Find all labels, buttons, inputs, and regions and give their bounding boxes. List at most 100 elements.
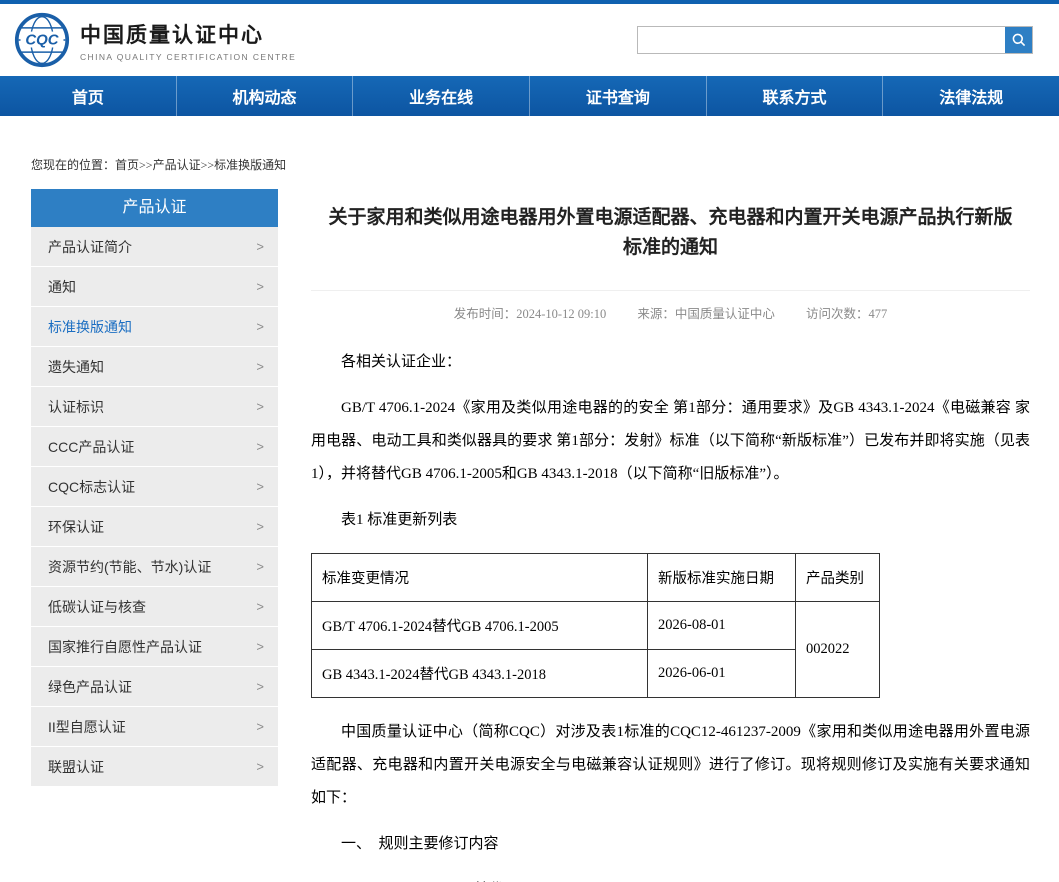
sidebar-item-low-carbon-cert[interactable]: 低碳认证与核查 > — [31, 587, 278, 627]
sidebar-item-type2-voluntary-cert[interactable]: II型自愿认证 > — [31, 707, 278, 747]
chevron-right-icon: > — [256, 559, 264, 574]
publish-time-value: 2024-10-12 09:10 — [516, 307, 606, 321]
sidebar-item-label: CCC产品认证 — [48, 437, 134, 457]
content-wrap: 您现在的位置：首页>>产品认证>>标准换版通知 产品认证 产品认证简介 > 通知… — [0, 116, 1059, 882]
chevron-right-icon: > — [256, 359, 264, 374]
page: CQC 中国质量认证中心 CHINA QUALITY CERTIFICATION… — [0, 0, 1059, 882]
sidebar-item-green-product-cert[interactable]: 绿色产品认证 > — [31, 667, 278, 707]
search-icon — [1011, 32, 1027, 48]
sidebar-item-product-cert-intro[interactable]: 产品认证简介 > — [31, 227, 278, 267]
chevron-right-icon: > — [256, 279, 264, 294]
chevron-right-icon: > — [256, 639, 264, 654]
publish-time-label: 发布时间： — [454, 307, 517, 321]
sidebar-item-label: 标准换版通知 — [48, 317, 132, 337]
chevron-right-icon: > — [256, 239, 264, 254]
nav-item-news[interactable]: 机构动态 — [176, 76, 353, 116]
table-cell-product-category: 002022 — [796, 601, 880, 697]
cqc-globe-logo-icon: CQC — [14, 12, 70, 68]
list-item-1: 1. GB/T 4706.1-2024替代GB 4706.1-2005； — [311, 874, 1030, 882]
table-row: GB 4343.1-2024替代GB 4343.1-2018 2026-06-0… — [312, 649, 880, 697]
sidebar-item-label: 资源节约(节能、节水)认证 — [48, 557, 211, 577]
search-box — [637, 26, 1033, 54]
search-input[interactable] — [638, 27, 1005, 53]
table-caption: 表1 标准更新列表 — [311, 504, 1030, 537]
sidebar-item-label: 认证标识 — [48, 397, 104, 417]
sidebar-item-label: 遗失通知 — [48, 357, 104, 377]
sidebar-item-label: 通知 — [48, 277, 76, 297]
table-row: GB/T 4706.1-2024替代GB 4706.1-2005 2026-08… — [312, 601, 880, 649]
columns: 产品认证 产品认证简介 > 通知 > 标准换版通知 > 遗失通知 > — [31, 189, 1030, 882]
site-logo[interactable]: CQC 中国质量认证中心 CHINA QUALITY CERTIFICATION… — [14, 12, 296, 68]
chevron-right-icon: > — [256, 439, 264, 454]
table-header-standard-change: 标准变更情况 — [312, 553, 648, 601]
visit-count-label: 访问次数： — [806, 307, 869, 321]
sidebar-item-loss-notice[interactable]: 遗失通知 > — [31, 347, 278, 387]
sidebar-item-label: II型自愿认证 — [48, 717, 126, 737]
chevron-right-icon: > — [256, 519, 264, 534]
breadcrumb-link-standard-change-notice[interactable]: 标准换版通知 — [214, 158, 286, 172]
sidebar-item-label: 联盟认证 — [48, 757, 104, 777]
table-cell-date: 2026-08-01 — [648, 601, 796, 649]
sidebar-item-label: 产品认证简介 — [48, 237, 132, 257]
sidebar-item-ccc-product-cert[interactable]: CCC产品认证 > — [31, 427, 278, 467]
chevron-right-icon: > — [256, 599, 264, 614]
article-meta: 发布时间：2024-10-12 09:10 来源：中国质量认证中心 访问次数：4… — [311, 290, 1030, 322]
logo-cqc-text: CQC — [25, 32, 58, 49]
standards-update-table: 标准变更情况 新版标准实施日期 产品类别 GB/T 4706.1-2024替代G… — [311, 553, 880, 698]
chevron-right-icon: > — [256, 479, 264, 494]
breadcrumb-link-home[interactable]: 首页 — [115, 158, 139, 172]
sidebar-item-label: 国家推行自愿性产品认证 — [48, 637, 202, 657]
nav-item-online-business[interactable]: 业务在线 — [352, 76, 529, 116]
table-cell-standard-change: GB/T 4706.1-2024替代GB 4706.1-2005 — [312, 601, 648, 649]
breadcrumb-link-product-certification[interactable]: 产品认证 — [153, 158, 201, 172]
chevron-right-icon: > — [256, 319, 264, 334]
paragraph-intro: GB/T 4706.1-2024《家用及类似用途电器的的安全 第1部分：通用要求… — [311, 392, 1030, 491]
table-header-implementation-date: 新版标准实施日期 — [648, 553, 796, 601]
table-header-product-category: 产品类别 — [796, 553, 880, 601]
sidebar-item-label: 绿色产品认证 — [48, 677, 132, 697]
breadcrumb-prefix: 您现在的位置： — [31, 158, 115, 172]
section-heading-1: 一、 规则主要修订内容 — [311, 828, 1030, 861]
table-header-row: 标准变更情况 新版标准实施日期 产品类别 — [312, 553, 880, 601]
visit-count-value: 477 — [869, 307, 888, 321]
nav-item-home[interactable]: 首页 — [0, 76, 176, 116]
sidebar: 产品认证 产品认证简介 > 通知 > 标准换版通知 > 遗失通知 > — [31, 189, 278, 787]
sidebar-item-notice[interactable]: 通知 > — [31, 267, 278, 307]
sidebar-item-national-voluntary-cert[interactable]: 国家推行自愿性产品认证 > — [31, 627, 278, 667]
site-header: CQC 中国质量认证中心 CHINA QUALITY CERTIFICATION… — [0, 4, 1059, 76]
breadcrumb-separator: >> — [201, 158, 215, 172]
sidebar-item-certification-mark[interactable]: 认证标识 > — [31, 387, 278, 427]
paragraph-salutation: 各相关认证企业： — [311, 346, 1030, 379]
main-nav: 首页 机构动态 业务在线 证书查询 联系方式 法律法规 — [0, 76, 1059, 116]
sidebar-title: 产品认证 — [31, 189, 278, 227]
sidebar-item-label: 低碳认证与核查 — [48, 597, 146, 617]
visit-count: 访问次数：477 — [806, 307, 887, 321]
breadcrumb: 您现在的位置：首页>>产品认证>>标准换版通知 — [31, 116, 1030, 189]
chevron-right-icon: > — [256, 719, 264, 734]
article-source: 来源：中国质量认证中心 — [637, 307, 775, 321]
nav-item-certificate-query[interactable]: 证书查询 — [529, 76, 706, 116]
table-cell-date: 2026-06-01 — [648, 649, 796, 697]
chevron-right-icon: > — [256, 759, 264, 774]
search-button[interactable] — [1005, 27, 1032, 53]
publish-time: 发布时间：2024-10-12 09:10 — [454, 307, 606, 321]
sidebar-item-label: CQC标志认证 — [48, 477, 135, 497]
article-source-value: 中国质量认证中心 — [675, 307, 775, 321]
nav-item-laws[interactable]: 法律法规 — [882, 76, 1059, 116]
paragraph-revision: 中国质量认证中心（简称CQC）对涉及表1标准的CQC12-461237-2009… — [311, 716, 1030, 815]
nav-item-contact[interactable]: 联系方式 — [706, 76, 883, 116]
sidebar-item-standard-change-notice[interactable]: 标准换版通知 > — [31, 307, 278, 347]
chevron-right-icon: > — [256, 679, 264, 694]
breadcrumb-separator: >> — [139, 158, 153, 172]
chevron-right-icon: > — [256, 399, 264, 414]
site-titles: 中国质量认证中心 CHINA QUALITY CERTIFICATION CEN… — [80, 19, 296, 62]
sidebar-item-cqc-mark-cert[interactable]: CQC标志认证 > — [31, 467, 278, 507]
sidebar-item-resource-saving-cert[interactable]: 资源节约(节能、节水)认证 > — [31, 547, 278, 587]
sidebar-item-alliance-cert[interactable]: 联盟认证 > — [31, 747, 278, 787]
article-source-label: 来源： — [637, 307, 675, 321]
article-title: 关于家用和类似用途电器用外置电源适配器、充电器和内置开关电源产品执行新版标准的通… — [321, 203, 1020, 264]
sidebar-item-environmental-cert[interactable]: 环保认证 > — [31, 507, 278, 547]
site-subtitle: CHINA QUALITY CERTIFICATION CENTRE — [80, 52, 296, 62]
table-cell-standard-change: GB 4343.1-2024替代GB 4343.1-2018 — [312, 649, 648, 697]
article: 关于家用和类似用途电器用外置电源适配器、充电器和内置开关电源产品执行新版标准的通… — [311, 189, 1030, 882]
